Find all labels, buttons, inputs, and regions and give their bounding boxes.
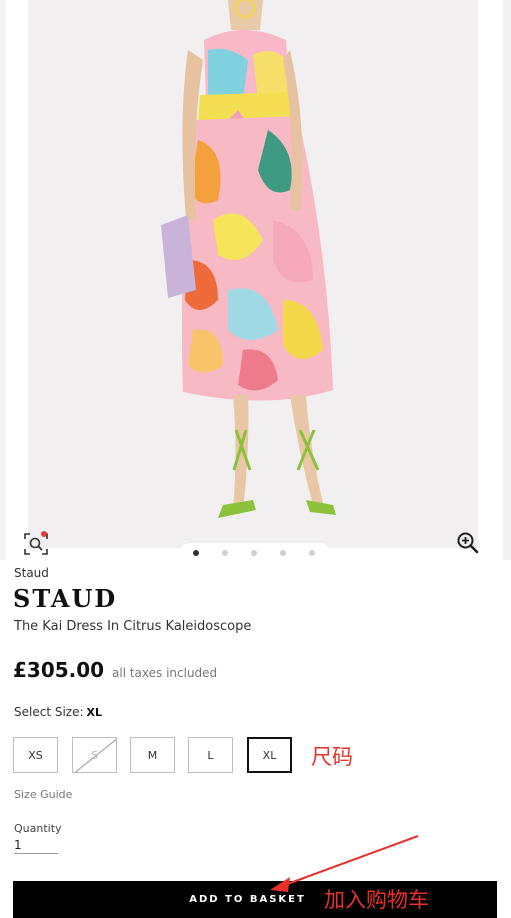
size-guide-link[interactable]: Size Guide xyxy=(14,788,72,801)
pagination-dot[interactable] xyxy=(193,550,199,556)
dress-illustration xyxy=(161,0,336,518)
pagination-dot[interactable] xyxy=(309,550,315,556)
zoom-in-icon[interactable] xyxy=(455,530,481,556)
size-option-label: L xyxy=(207,748,214,762)
brand-name-small[interactable]: Staud xyxy=(14,566,49,580)
tax-note: all taxes included xyxy=(112,666,218,680)
selected-size-value: XL xyxy=(86,706,103,719)
product-gallery[interactable] xyxy=(0,0,511,563)
visual-search-icon[interactable] xyxy=(22,530,50,558)
image-pagination xyxy=(180,543,330,563)
size-option-label: XL xyxy=(262,748,277,762)
pagination-dot[interactable] xyxy=(222,550,228,556)
unavailable-slash-icon xyxy=(74,738,116,772)
size-option-l[interactable]: L xyxy=(188,737,233,773)
quantity-input[interactable] xyxy=(14,836,58,854)
quantity-label: Quantity xyxy=(14,822,62,835)
pagination-dot[interactable] xyxy=(251,550,257,556)
product-image[interactable] xyxy=(28,0,478,548)
size-annotation: 尺码 xyxy=(311,745,353,769)
brand-logo-text[interactable]: STAUD xyxy=(13,584,117,613)
size-option-m[interactable]: M xyxy=(130,737,175,773)
size-option-xl[interactable]: XL xyxy=(247,737,292,773)
product-price: £305.00 xyxy=(13,658,105,682)
size-option-s[interactable]: S xyxy=(72,737,117,773)
select-size-text: Select Size: xyxy=(14,705,84,719)
gallery-edge-left xyxy=(0,0,6,560)
size-option-label: M xyxy=(147,748,158,762)
size-option-xs[interactable]: XS xyxy=(13,737,58,773)
product-title: The Kai Dress In Citrus Kaleidoscope xyxy=(14,619,252,634)
gallery-edge-right xyxy=(503,0,511,560)
select-size-label: Select Size: XL xyxy=(14,705,102,719)
basket-annotation: 加入购物车 xyxy=(324,888,429,912)
pagination-dot[interactable] xyxy=(280,550,286,556)
size-option-label: XS xyxy=(28,748,43,762)
add-to-basket-label: ADD TO BASKET xyxy=(189,894,306,905)
